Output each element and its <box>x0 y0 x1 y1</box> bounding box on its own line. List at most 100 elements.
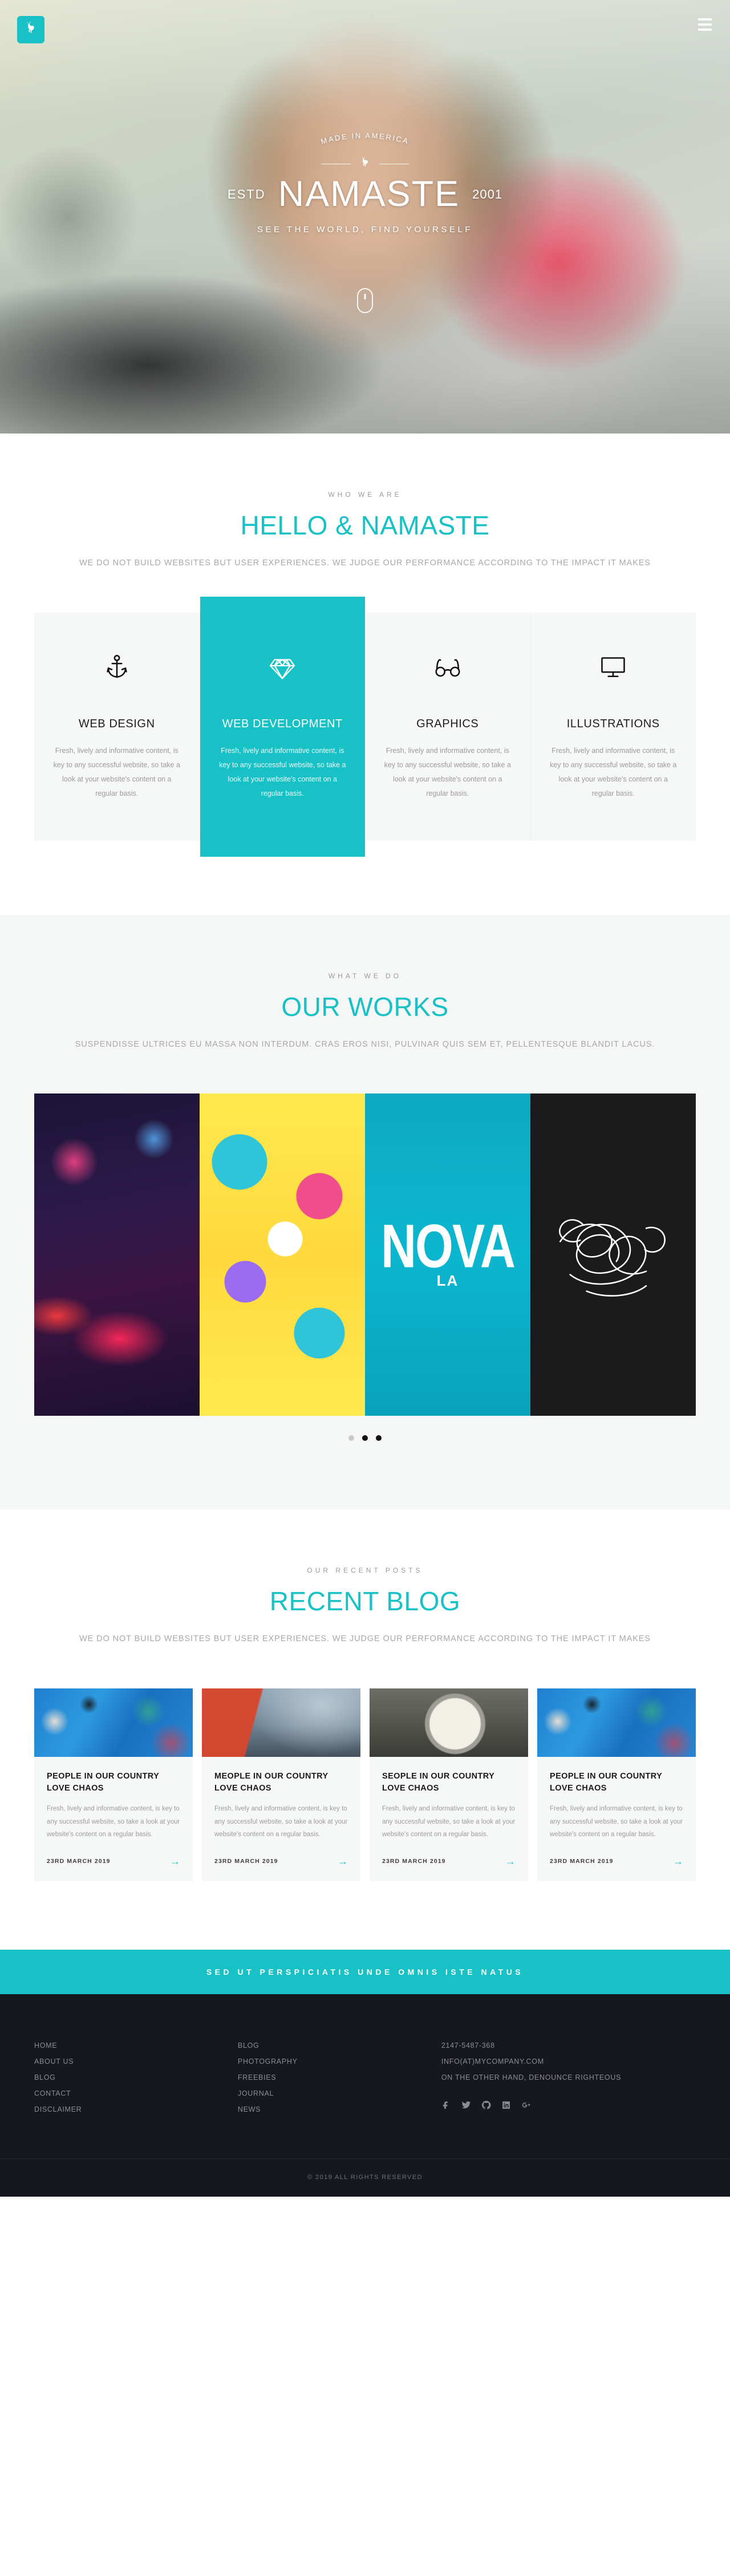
service-card-illustrations[interactable]: ILLUSTRATIONS Fresh, lively and informat… <box>530 613 696 841</box>
blog-card[interactable]: PEOPLE IN OUR COUNTRY LOVE CHAOS Fresh, … <box>34 1688 193 1881</box>
cta-banner: SED UT PERSPICIATIS UNDE OMNIS ISTE NATU… <box>0 1949 730 1994</box>
service-text: Fresh, lively and informative content, i… <box>384 747 511 798</box>
blog-thumbnail <box>202 1688 360 1757</box>
arrow-right-icon[interactable]: → <box>170 1856 180 1866</box>
footer-link-freebies[interactable]: FREEBIES <box>238 2069 441 2085</box>
service-title: GRAPHICS <box>416 718 479 731</box>
nova-label: NOVA <box>380 1212 516 1281</box>
service-title: WEB DEVELOPMENT <box>222 718 343 731</box>
blog-card[interactable]: PEOPLE IN OUR COUNTRY LOVE CHAOS Fresh, … <box>537 1688 696 1881</box>
footer-link-news[interactable]: NEWS <box>238 2101 441 2117</box>
blog-card-title: SEOPLE IN OUR COUNTRY LOVE CHAOS <box>382 1772 494 1793</box>
footer-phone: 2147-5487-368 <box>441 2041 495 2050</box>
service-card-web-design[interactable]: WEB DESIGN Fresh, lively and informative… <box>34 613 200 841</box>
work-nova-type: NOVA LA <box>381 1216 516 1290</box>
footer-address: ON THE OTHER HAND, DENOUNCE RIGHTEOUS <box>441 2073 622 2081</box>
blog-card-title: PEOPLE IN OUR COUNTRY LOVE CHAOS <box>550 1772 662 1793</box>
works-subtitle: SUSPENDISSE ULTRICES EU MASSA NON INTERD… <box>75 1040 655 1050</box>
work-item-monsters[interactable] <box>200 1093 365 1416</box>
blog-card[interactable]: MEOPLE IN OUR COUNTRY LOVE CHAOS Fresh, … <box>202 1688 360 1881</box>
works-eyebrow: WHAT WE DO <box>328 972 402 981</box>
blog-title: RECENT BLOG <box>269 1586 461 1616</box>
hero-estd-label: ESTD <box>227 187 266 201</box>
footer-email: INFO(AT)MYCOMPANY.COM <box>441 2057 544 2065</box>
blog-thumbnail <box>370 1688 528 1757</box>
works-section: WHAT WE DO OUR WORKS SUSPENDISSE ULTRICE… <box>0 915 730 1509</box>
glasses-icon <box>382 649 513 686</box>
blog-card-title: PEOPLE IN OUR COUNTRY LOVE CHAOS <box>47 1772 159 1793</box>
footer-link-photography[interactable]: PHOTOGRAPHY <box>238 2053 441 2069</box>
footer-nav-secondary: BLOG PHOTOGRAPHY FREEBIES JOURNAL NEWS <box>238 2038 441 2117</box>
footer-link-journal[interactable]: JOURNAL <box>238 2085 441 2101</box>
hero-content: MADE IN AMERICA ESTD NAMASTE 2001 SEE TH… <box>0 131 730 234</box>
about-section: WHO WE ARE HELLO & NAMASTE WE DO NOT BUI… <box>0 434 730 916</box>
hero-year-label: 2001 <box>472 187 503 201</box>
work-item-time-scribble[interactable] <box>530 1093 696 1416</box>
blog-subtitle: WE DO NOT BUILD WEBSITES BUT USER EXPERI… <box>79 1634 651 1643</box>
blog-card-date: 23RD MARCH 2019 <box>550 1857 614 1865</box>
footer-link-contact[interactable]: CONTACT <box>34 2085 238 2101</box>
hero-tagline: SEE THE WORLD, FIND YOURSELF <box>257 225 473 234</box>
arrow-right-icon[interactable]: → <box>505 1856 516 1866</box>
cta-text: SED UT PERSPICIATIS UNDE OMNIS ISTE NATU… <box>206 1967 524 1976</box>
hero-brand-name: NAMASTE <box>278 174 460 214</box>
footer-link-disclaimer[interactable]: DISCLAIMER <box>34 2101 238 2117</box>
carousel-dot-3[interactable] <box>376 1435 382 1441</box>
hamburger-menu-icon[interactable] <box>698 18 712 31</box>
footer-link-blog-2[interactable]: BLOG <box>238 2038 441 2053</box>
blog-card-text: Fresh, lively and informative content, i… <box>550 1805 683 1838</box>
anchor-icon <box>51 649 182 686</box>
arrow-right-icon[interactable]: → <box>338 1856 348 1866</box>
footer-link-about-us[interactable]: ABOUT US <box>34 2053 238 2069</box>
hero-section: MADE IN AMERICA ESTD NAMASTE 2001 SEE TH… <box>0 0 730 434</box>
blog-card-title: MEOPLE IN OUR COUNTRY LOVE CHAOS <box>214 1772 328 1793</box>
monitor-icon <box>548 649 679 686</box>
blog-card-date: 23RD MARCH 2019 <box>214 1857 278 1865</box>
linkedin-icon[interactable] <box>501 2100 511 2113</box>
service-card-graphics[interactable]: GRAPHICS Fresh, lively and informative c… <box>365 613 531 841</box>
mouse-scroll-icon[interactable] <box>357 288 373 313</box>
service-text: Fresh, lively and informative content, i… <box>550 747 677 798</box>
facebook-icon[interactable] <box>441 2100 451 2113</box>
services-grid: WEB DESIGN Fresh, lively and informative… <box>34 597 696 915</box>
footer-link-blog[interactable]: BLOG <box>34 2069 238 2085</box>
blog-card-text: Fresh, lively and informative content, i… <box>214 1805 348 1838</box>
carousel-dot-2[interactable] <box>362 1435 368 1441</box>
site-logo[interactable] <box>17 16 44 43</box>
deer-icon <box>23 21 38 39</box>
made-in-arc-text: MADE IN AMERICA <box>285 131 445 157</box>
diamond-icon <box>217 649 348 686</box>
footer-copyright: © 2019 ALL RIGHTS RESERVED <box>0 2158 730 2197</box>
github-icon[interactable] <box>481 2100 491 2113</box>
blog-card-date: 23RD MARCH 2019 <box>47 1857 111 1865</box>
twitter-icon[interactable] <box>461 2100 471 2113</box>
blog-section: OUR RECENT POSTS RECENT BLOG WE DO NOT B… <box>0 1509 730 1950</box>
googleplus-icon[interactable] <box>521 2100 531 2113</box>
service-text: Fresh, lively and informative content, i… <box>219 747 346 798</box>
footer-social-links <box>441 2100 696 2113</box>
blog-card-date: 23RD MARCH 2019 <box>382 1857 446 1865</box>
blog-card-text: Fresh, lively and informative content, i… <box>47 1805 180 1838</box>
works-title: OUR WORKS <box>281 992 449 1022</box>
blog-grid: PEOPLE IN OUR COUNTRY LOVE CHAOS Fresh, … <box>34 1688 696 1881</box>
blog-thumbnail <box>537 1688 696 1757</box>
blog-card[interactable]: SEOPLE IN OUR COUNTRY LOVE CHAOS Fresh, … <box>370 1688 528 1881</box>
scribble-illustration <box>559 1219 666 1297</box>
blog-eyebrow: OUR RECENT POSTS <box>307 1566 423 1574</box>
carousel-dot-1[interactable] <box>348 1435 354 1441</box>
footer-contact-column: 2147-5487-368 INFO(AT)MYCOMPANY.COM ON T… <box>441 2038 696 2117</box>
blog-card-text: Fresh, lively and informative content, i… <box>382 1805 516 1838</box>
footer-link-home[interactable]: HOME <box>34 2038 238 2053</box>
footer-nav-primary: HOME ABOUT US BLOG CONTACT DISCLAIMER <box>34 2038 238 2117</box>
arrow-right-icon[interactable]: → <box>673 1856 683 1866</box>
work-item-neon-car[interactable] <box>34 1093 200 1416</box>
site-footer: HOME ABOUT US BLOG CONTACT DISCLAIMER BL… <box>0 1994 730 2197</box>
about-eyebrow: WHO WE ARE <box>328 491 402 499</box>
about-subtitle: WE DO NOT BUILD WEBSITES BUT USER EXPERI… <box>79 558 651 568</box>
nova-sublabel: LA <box>436 1272 459 1290</box>
service-card-web-development[interactable]: WEB DEVELOPMENT Fresh, lively and inform… <box>200 597 365 857</box>
work-item-nova[interactable]: NOVA LA <box>365 1093 530 1416</box>
hero-brand-line: ESTD NAMASTE 2001 <box>0 176 730 212</box>
about-title: HELLO & NAMASTE <box>240 511 490 540</box>
works-carousel-dots <box>0 1435 730 1441</box>
